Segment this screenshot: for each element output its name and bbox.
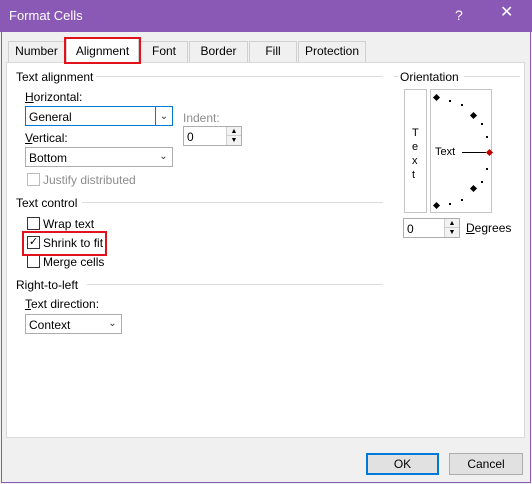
dial-dot <box>481 181 483 183</box>
tab-number[interactable]: Number <box>8 41 65 62</box>
vertical-text-orientation[interactable]: T e x t <box>404 89 427 213</box>
vertical-text-char: T <box>412 127 419 139</box>
degrees-label: Degrees <box>466 221 512 235</box>
chevron-down-icon[interactable]: ⌄ <box>155 148 172 166</box>
dial-dot <box>461 199 463 201</box>
chevron-down-icon[interactable]: ⌄ <box>155 106 173 126</box>
spin-down-icon[interactable]: ▼ <box>445 228 459 237</box>
dial-marker-top <box>432 93 441 102</box>
orientation-rule <box>464 76 520 77</box>
text-direction-value: Context <box>29 318 71 332</box>
text-control-title: Text control <box>16 196 78 210</box>
degrees-spin-buttons[interactable]: ▲ ▼ <box>444 219 459 237</box>
dial-marker-selected <box>485 148 494 157</box>
dial-text: Text <box>435 146 456 158</box>
right-to-left-rule <box>87 284 383 285</box>
orientation-title: Orientation <box>400 70 459 84</box>
vertical-label: Vertical: <box>25 131 68 145</box>
dial-marker <box>469 184 478 193</box>
text-alignment-title: Text alignment <box>16 70 94 84</box>
close-button[interactable]: ✕ <box>500 5 513 21</box>
vertical-label-rest: ertical: <box>32 131 68 145</box>
title-bar: Format Cells ? ✕ <box>0 0 532 32</box>
orientation-rule-left <box>394 76 398 77</box>
spin-up-icon[interactable]: ▲ <box>445 219 459 228</box>
merge-cells-checkbox[interactable] <box>27 255 40 268</box>
shrink-to-fit-label: Shrink to fit <box>43 236 104 250</box>
degrees-stepper[interactable]: 0 ▲ ▼ <box>403 218 460 238</box>
help-button[interactable]: ? <box>455 7 463 23</box>
tab-border[interactable]: Border <box>189 41 248 62</box>
text-alignment-rule <box>96 76 383 77</box>
text-direction-label-rest: ext direction: <box>31 297 100 311</box>
horizontal-select-value: General <box>29 110 72 124</box>
shrink-to-fit-checkbox[interactable]: ✓ <box>27 236 40 249</box>
indent-spin-buttons[interactable]: ▲ ▼ <box>226 127 241 145</box>
spin-up-icon[interactable]: ▲ <box>227 127 241 136</box>
tab-font[interactable]: Font <box>140 41 188 62</box>
dial-marker-bottom <box>432 201 441 210</box>
wrap-text-label: Wrap text <box>43 217 95 231</box>
dial-needle <box>462 152 486 153</box>
justify-distributed-checkbox[interactable] <box>27 173 40 186</box>
dial-dot <box>461 104 463 106</box>
dial-dot <box>449 203 451 205</box>
cancel-button[interactable]: Cancel <box>449 453 523 475</box>
wrap-text-checkbox[interactable] <box>27 217 40 230</box>
window-title: Format Cells <box>9 8 83 23</box>
orientation-dial[interactable]: Text <box>430 89 494 213</box>
dial-dot <box>481 123 483 125</box>
justify-distributed-label: Justify distributed <box>43 173 136 187</box>
tab-fill[interactable]: Fill <box>249 41 297 62</box>
merge-cells-label: Merge cells <box>43 255 105 269</box>
indent-value: 0 <box>187 130 194 144</box>
dial-dot <box>486 136 488 138</box>
dial-dot <box>449 100 451 102</box>
chevron-down-icon[interactable]: ⌄ <box>104 315 121 333</box>
vertical-text-char: t <box>412 169 416 181</box>
text-direction-label: Text direction: <box>25 297 100 311</box>
dial-marker <box>469 111 478 120</box>
dial-dot <box>486 168 488 170</box>
text-control-rule <box>82 202 383 203</box>
vertical-select-value: Bottom <box>29 151 68 165</box>
tab-alignment[interactable]: Alignment <box>66 38 139 63</box>
ok-button[interactable]: OK <box>366 453 439 475</box>
indent-stepper[interactable]: 0 ▲ ▼ <box>183 126 242 146</box>
right-to-left-title: Right-to-left <box>16 278 79 292</box>
indent-label: Indent: <box>183 111 220 125</box>
horizontal-label: Horizontal: <box>25 90 83 104</box>
tab-protection[interactable]: Protection <box>298 41 366 62</box>
degrees-label-rest: egrees <box>474 221 512 235</box>
horizontal-select[interactable]: General ⌄ <box>25 106 173 126</box>
spin-down-icon[interactable]: ▼ <box>227 136 241 145</box>
vertical-text-char: x <box>412 155 418 167</box>
horizontal-label-rest: orizontal: <box>33 90 83 104</box>
text-direction-select[interactable]: Context ⌄ <box>25 314 122 334</box>
vertical-select[interactable]: Bottom ⌄ <box>25 147 173 167</box>
degrees-value: 0 <box>407 222 414 236</box>
vertical-text-char: e <box>412 141 419 153</box>
